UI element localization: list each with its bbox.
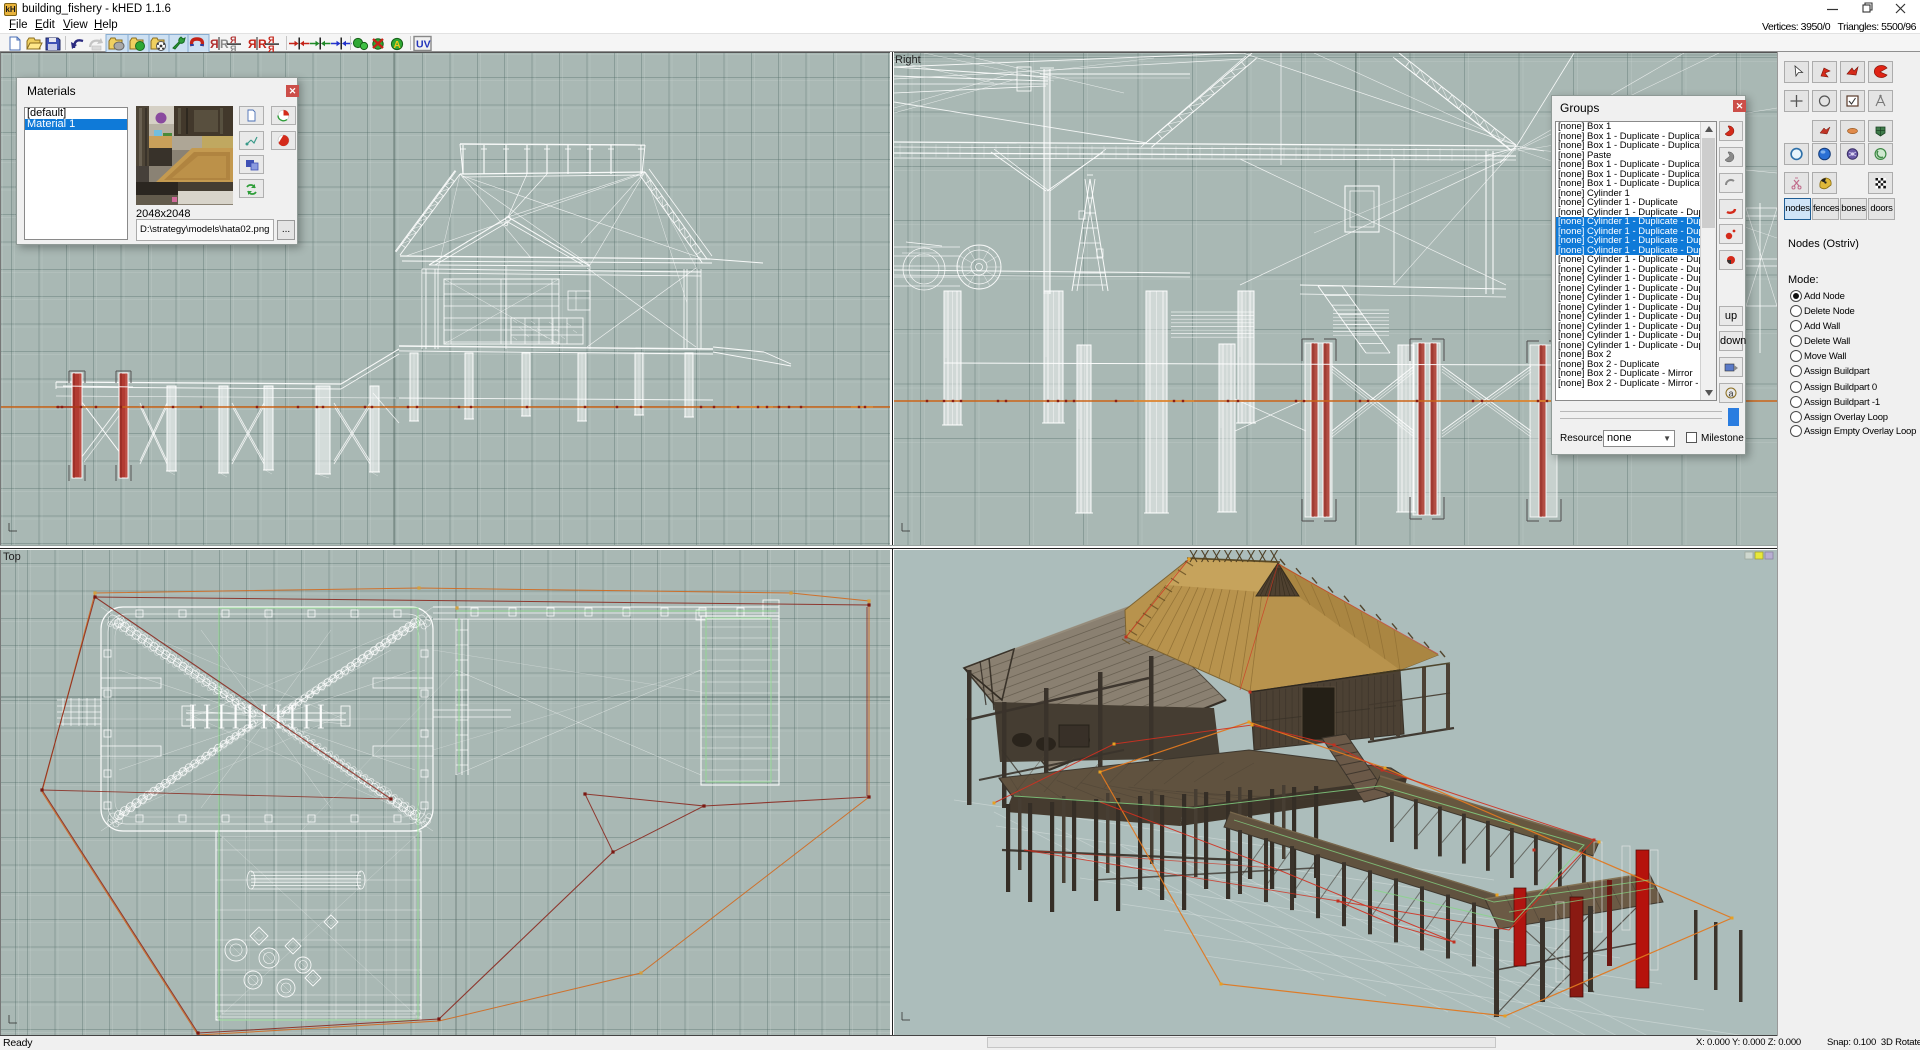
svg-text:a: a <box>1729 389 1734 399</box>
svg-text:A: A <box>394 40 401 51</box>
svg-text:UV: UV <box>416 39 431 51</box>
svg-text:Я: Я <box>210 37 219 51</box>
svg-text:Я: Я <box>248 37 257 51</box>
